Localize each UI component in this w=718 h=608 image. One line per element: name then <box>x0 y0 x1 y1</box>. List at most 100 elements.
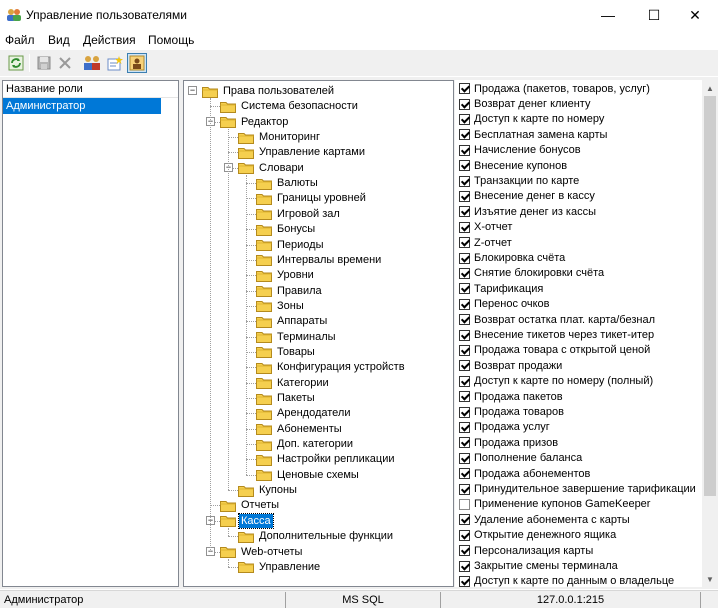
permission-checkbox[interactable] <box>459 98 470 110</box>
tree-node-label[interactable]: Управление картами <box>257 145 367 159</box>
tree-node[interactable]: Дополнительные функции <box>238 528 395 544</box>
permission-item[interactable]: Перенос очков <box>459 297 550 312</box>
permission-item[interactable]: Доступ к карте по номеру <box>459 112 604 127</box>
tree-node[interactable]: Товары <box>256 344 317 360</box>
permission-checkbox[interactable] <box>459 391 470 403</box>
tree-node[interactable]: Аппараты <box>256 313 329 329</box>
menu-help[interactable]: Помощь <box>148 33 194 47</box>
permission-checkbox[interactable] <box>459 175 470 187</box>
tree-node-label[interactable]: Управление <box>257 560 322 574</box>
permission-checkbox[interactable] <box>459 529 470 541</box>
permission-checkbox[interactable] <box>459 283 470 295</box>
tree-node-label[interactable]: Бонусы <box>275 222 317 236</box>
tree-node-label[interactable]: Настройки репликации <box>275 452 397 466</box>
permission-checkbox[interactable] <box>459 452 470 464</box>
permission-item[interactable]: Возврат денег клиенту <box>459 96 590 111</box>
permission-checkbox[interactable] <box>459 314 470 326</box>
tree-node[interactable]: Словари <box>238 160 306 176</box>
tree-node-label[interactable]: Игровой зал <box>275 207 342 221</box>
permission-checkbox[interactable] <box>459 514 470 526</box>
tree-node-label[interactable]: Дополнительные функции <box>257 529 395 543</box>
permission-item[interactable]: Бесплатная замена карты <box>459 127 607 142</box>
tree-node[interactable]: Абонементы <box>256 421 344 437</box>
permission-checkbox[interactable] <box>459 190 470 202</box>
user-properties-button[interactable] <box>127 53 147 73</box>
permission-item[interactable]: Внесение тикетов через тикет-итер <box>459 327 654 342</box>
permission-item[interactable]: Продажа пакетов <box>459 389 563 404</box>
tree-node[interactable]: Валюты <box>256 175 320 191</box>
permission-checkbox[interactable] <box>459 206 470 218</box>
tree-node[interactable]: Конфигурация устройств <box>256 359 407 375</box>
tree-node[interactable]: Права пользователей <box>202 83 336 99</box>
tree-node-label[interactable]: Конфигурация устройств <box>275 360 407 374</box>
permission-checkbox[interactable] <box>459 267 470 279</box>
permission-item[interactable]: Продажа товара с открытой ценой <box>459 343 650 358</box>
menu-view[interactable]: Вид <box>48 33 70 47</box>
permission-checkbox[interactable] <box>459 160 470 172</box>
tree-node-label[interactable]: Уровни <box>275 268 316 282</box>
tree-node-label[interactable]: Купоны <box>257 483 299 497</box>
scroll-up-icon[interactable]: ▲ <box>702 80 718 96</box>
menu-actions[interactable]: Действия <box>83 33 136 47</box>
permission-item[interactable]: Блокировка счёта <box>459 250 565 265</box>
permission-item[interactable]: Доступ к карте по данным о владельце <box>459 574 674 587</box>
roles-column-header[interactable]: Название роли <box>3 81 178 98</box>
tree-node[interactable]: Уровни <box>256 267 316 283</box>
permission-item[interactable]: Возврат продажи <box>459 358 562 373</box>
menu-file[interactable]: Файл <box>5 33 35 47</box>
permission-checkbox[interactable] <box>459 83 470 95</box>
tree-node-label[interactable]: Словари <box>257 161 306 175</box>
tree-node-label[interactable]: Товары <box>275 345 317 359</box>
permission-item[interactable]: Z-отчет <box>459 235 512 250</box>
permission-item[interactable]: Открытие денежного ящика <box>459 528 616 543</box>
permission-checkbox[interactable] <box>459 221 470 233</box>
tree-node[interactable]: Интервалы времени <box>256 252 383 268</box>
permissions-tree[interactable]: Права пользователей − Система безопасности… <box>183 80 454 587</box>
tree-node-label[interactable]: Права пользователей <box>221 84 336 98</box>
tree-node[interactable]: Правила <box>256 283 324 299</box>
permission-item[interactable]: Транзакции по карте <box>459 173 579 188</box>
permission-item[interactable]: Снятие блокировки счёта <box>459 266 604 281</box>
tree-node[interactable]: Бонусы <box>256 221 317 237</box>
permissions-scrollbar[interactable]: ▲ ▼ <box>702 80 718 587</box>
tree-node[interactable]: Границы уровней <box>256 190 368 206</box>
tree-node[interactable]: Категории <box>256 375 331 391</box>
users-button[interactable] <box>82 53 102 73</box>
maximize-button[interactable]: ☐ <box>631 0 677 30</box>
permission-checkbox[interactable] <box>459 344 470 356</box>
tree-node-label[interactable]: Интервалы времени <box>275 253 383 267</box>
scrollbar-thumb[interactable] <box>704 96 716 496</box>
permission-item[interactable]: Продажа товаров <box>459 404 564 419</box>
permission-item[interactable]: Закрытие смены терминала <box>459 558 618 573</box>
permission-checkbox[interactable] <box>459 252 470 264</box>
tree-node-label[interactable]: Правила <box>275 284 324 298</box>
permission-item[interactable]: Внесение денег в кассу <box>459 189 595 204</box>
permission-item[interactable]: Персонализация карты <box>459 543 593 558</box>
tree-node[interactable]: Пакеты <box>256 390 317 406</box>
permissions-checklist[interactable]: Продажа (пакетов, товаров, услуг) Возврат… <box>455 80 718 587</box>
tree-node[interactable]: Мониторинг <box>238 129 322 145</box>
permission-item[interactable]: Доступ к карте по номеру (полный) <box>459 374 653 389</box>
permission-item[interactable]: Применение купонов GameKeeper <box>459 497 650 512</box>
tree-node-label[interactable]: Отчеты <box>239 498 281 512</box>
tree-node[interactable]: Ценовые схемы <box>256 467 361 483</box>
tree-node-label[interactable]: Границы уровней <box>275 191 368 205</box>
permission-item[interactable]: Внесение купонов <box>459 158 567 173</box>
tree-node[interactable]: Периоды <box>256 237 326 253</box>
permission-item[interactable]: Принудительное завершение тарификации <box>459 481 696 496</box>
tree-node-label[interactable]: Редактор <box>239 115 290 129</box>
tree-node[interactable]: Управление картами <box>238 144 367 160</box>
tree-node[interactable]: Настройки репликации <box>256 451 397 467</box>
permission-item[interactable]: Возврат остатка плат. карта/безнал <box>459 312 655 327</box>
new-role-button[interactable] <box>105 53 125 73</box>
scroll-down-icon[interactable]: ▼ <box>702 571 718 587</box>
minimize-button[interactable]: — <box>585 0 631 30</box>
permission-checkbox[interactable] <box>459 468 470 480</box>
permission-checkbox[interactable] <box>459 329 470 341</box>
permission-checkbox[interactable] <box>459 498 470 510</box>
tree-node[interactable]: Зоны <box>256 298 306 314</box>
tree-node[interactable]: Доп. категории <box>256 436 355 452</box>
tree-node[interactable]: Арендодатели <box>256 405 352 421</box>
tree-node-label[interactable]: Абонементы <box>275 422 344 436</box>
role-item-administrator[interactable]: Администратор <box>3 98 161 114</box>
